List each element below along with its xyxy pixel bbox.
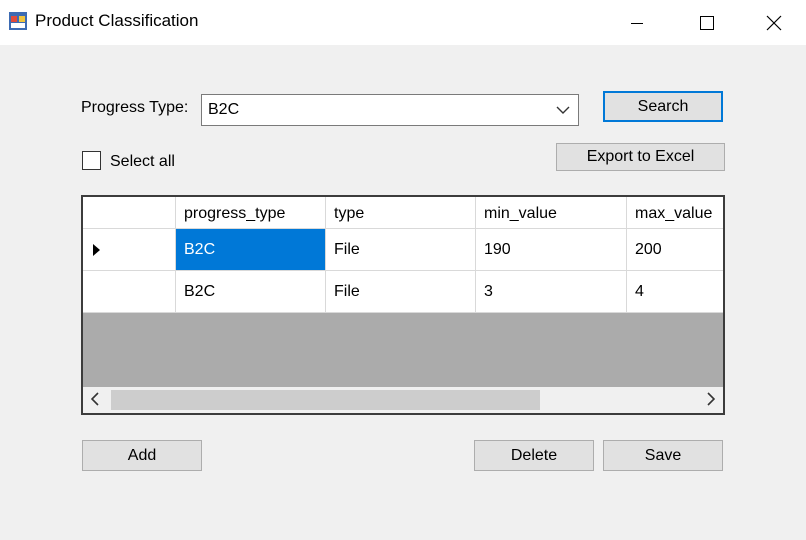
grid-header-row: progress_type type min_value max_value	[83, 197, 723, 229]
cell-max-value[interactable]: 200	[627, 229, 723, 271]
current-row-arrow-icon	[93, 244, 100, 256]
scrollbar-thumb[interactable]	[111, 390, 540, 410]
cell-max-value[interactable]: 4	[627, 271, 723, 313]
progress-type-combobox[interactable]: B2C	[201, 94, 579, 126]
row-header[interactable]	[83, 229, 176, 271]
column-header-max-value[interactable]: max_value	[627, 197, 723, 229]
add-button[interactable]: Add	[82, 440, 202, 471]
table-row[interactable]: B2C File 3 4	[83, 271, 723, 313]
progress-type-label: Progress Type:	[81, 99, 189, 116]
maximize-button[interactable]	[672, 0, 742, 45]
app-form-icon	[9, 12, 27, 30]
data-grid[interactable]: progress_type type min_value max_value B…	[81, 195, 725, 415]
select-all-label[interactable]: Select all	[110, 153, 175, 171]
export-to-excel-button[interactable]: Export to Excel	[556, 143, 725, 171]
scroll-left-arrow-icon[interactable]	[91, 392, 99, 406]
delete-button[interactable]: Delete	[474, 440, 594, 471]
select-all-checkbox[interactable]	[82, 151, 101, 170]
horizontal-scrollbar[interactable]	[83, 387, 723, 413]
maximize-icon	[700, 15, 714, 30]
column-header-type[interactable]: type	[326, 197, 476, 229]
column-header-progress-type[interactable]: progress_type	[176, 197, 326, 229]
cell-type[interactable]: File	[326, 271, 476, 313]
scroll-right-arrow-icon[interactable]	[707, 392, 715, 406]
row-header-corner[interactable]	[83, 197, 176, 229]
chevron-down-icon[interactable]	[556, 105, 570, 115]
window-title: Product Classification	[35, 11, 199, 30]
minimize-button[interactable]	[602, 0, 672, 45]
row-header[interactable]	[83, 271, 176, 313]
cell-type[interactable]: File	[326, 229, 476, 271]
title-bar: Product Classification	[0, 0, 806, 45]
close-button[interactable]	[742, 0, 806, 45]
minimize-icon	[631, 22, 643, 24]
cell-progress-type[interactable]: B2C	[176, 229, 326, 271]
table-row[interactable]: B2C File 190 200	[83, 229, 723, 271]
progress-type-value: B2C	[208, 101, 240, 118]
search-button[interactable]: Search	[603, 91, 723, 122]
column-header-min-value[interactable]: min_value	[476, 197, 627, 229]
close-icon	[766, 15, 782, 30]
cell-progress-type[interactable]: B2C	[176, 271, 326, 313]
cell-min-value[interactable]: 3	[476, 271, 627, 313]
cell-min-value[interactable]: 190	[476, 229, 627, 271]
save-button[interactable]: Save	[603, 440, 723, 471]
